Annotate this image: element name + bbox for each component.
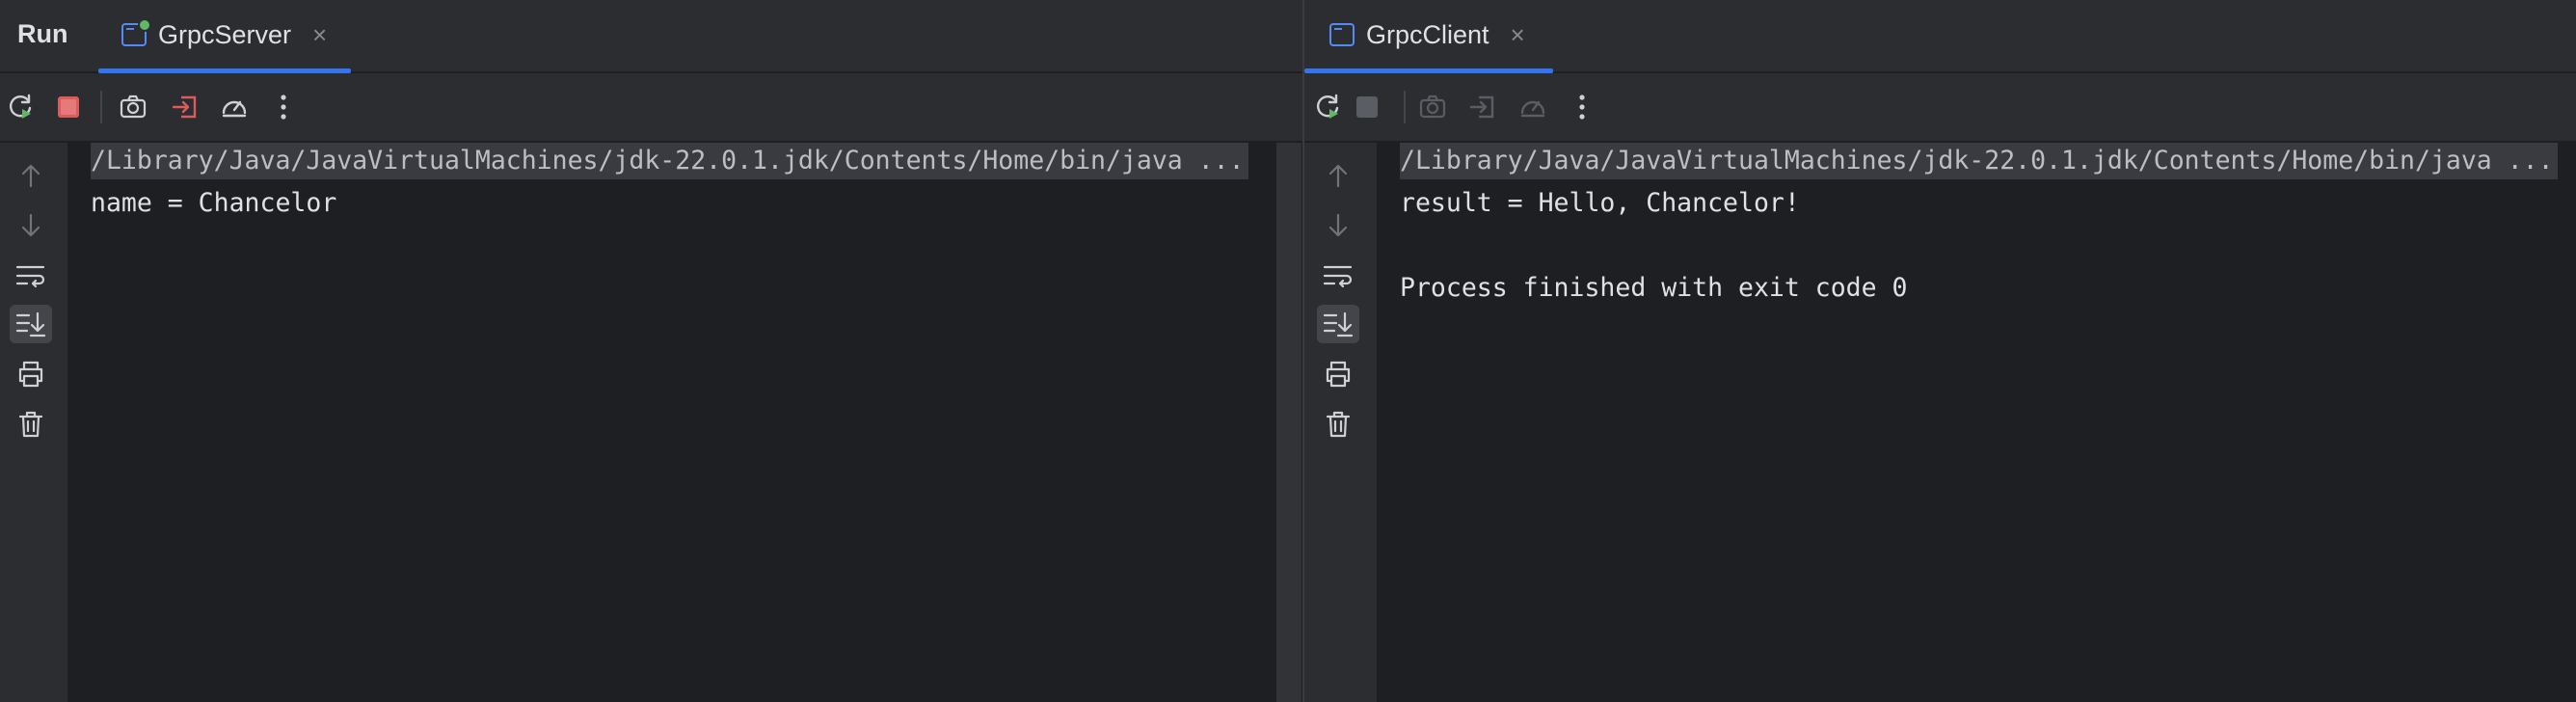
console-output-line: name = Chancelor <box>91 188 337 218</box>
exit-button[interactable] <box>1464 89 1501 125</box>
rerun-icon <box>10 94 32 119</box>
run-tab-bar: Run GrpcServer × <box>0 0 1303 73</box>
arrow-up-icon <box>21 164 40 188</box>
profiler-icon <box>1520 100 1545 118</box>
exit-icon <box>1469 95 1494 119</box>
more-options-button[interactable] <box>1564 89 1600 125</box>
next-occurrence-button[interactable] <box>1317 206 1359 245</box>
scroll-to-end-button[interactable] <box>1317 305 1359 343</box>
print-icon <box>1326 361 1351 388</box>
exit-button[interactable] <box>167 89 203 125</box>
tab-label: GrpcClient <box>1366 19 1489 49</box>
profiler-button[interactable] <box>1515 89 1551 125</box>
soft-wrap-icon <box>15 265 45 288</box>
next-occurrence-button[interactable] <box>10 206 52 245</box>
rerun-icon <box>1317 94 1339 119</box>
print-button[interactable] <box>10 355 52 393</box>
print-icon <box>18 361 43 388</box>
camera-icon <box>120 94 147 119</box>
clear-console-button[interactable] <box>1317 405 1359 444</box>
tab-label: GrpcServer <box>158 19 292 49</box>
clear-console-button[interactable] <box>10 405 52 444</box>
server-run-panel: Run GrpcServer × /Library/Java/JavaVirtu… <box>0 0 1303 702</box>
soft-wrap-icon <box>1323 265 1353 288</box>
rerun-button[interactable] <box>1309 89 1346 125</box>
client-console-output[interactable]: /Library/Java/JavaVirtualMachines/jdk-22… <box>1377 143 2576 702</box>
tab-grpcserver[interactable]: GrpcServer × <box>121 0 327 69</box>
vertical-scrollbar[interactable] <box>1276 143 1301 702</box>
close-tab-icon[interactable]: × <box>312 22 327 47</box>
console-side-toolbar <box>0 143 67 702</box>
server-console-toolbar <box>0 73 1303 143</box>
previous-occurrence-button[interactable] <box>10 156 52 195</box>
running-indicator-icon <box>138 18 151 32</box>
profiler-icon <box>222 100 247 118</box>
stop-button[interactable] <box>50 89 87 125</box>
toolbar-separator <box>100 91 102 123</box>
trash-icon <box>1326 411 1351 438</box>
run-panel-title: Run <box>17 19 68 48</box>
trash-icon <box>18 411 43 438</box>
scroll-to-end-button[interactable] <box>10 305 52 343</box>
screenshot-button[interactable] <box>1414 89 1451 125</box>
screenshot-button[interactable] <box>115 89 151 125</box>
profiler-button[interactable] <box>216 89 253 125</box>
console-side-toolbar <box>1304 143 1377 702</box>
console-command-line: /Library/Java/JavaVirtualMachines/jdk-22… <box>1400 143 2558 179</box>
server-console-output[interactable]: /Library/Java/JavaVirtualMachines/jdk-22… <box>67 143 1303 702</box>
process-exit-line: Process finished with exit code 0 <box>1400 273 1908 303</box>
app-window-icon <box>121 18 151 46</box>
console-output-line: result = Hello, Chancelor! <box>1400 188 1800 218</box>
stop-icon <box>58 96 79 118</box>
more-vertical-icon <box>281 94 286 120</box>
run-tab-bar: GrpcClient × <box>1304 0 2576 73</box>
client-run-panel: GrpcClient × /Library/Java/JavaVirtualMa… <box>1304 0 2576 702</box>
tab-grpcclient[interactable]: GrpcClient × <box>1329 0 1525 69</box>
app-window-icon <box>1329 23 1355 46</box>
stop-button[interactable] <box>1349 89 1385 125</box>
console-command-line: /Library/Java/JavaVirtualMachines/jdk-22… <box>91 143 1248 179</box>
more-vertical-icon <box>1579 94 1585 120</box>
arrow-down-icon <box>21 213 40 237</box>
soft-wrap-button[interactable] <box>1317 256 1359 295</box>
close-tab-icon[interactable]: × <box>1511 22 1525 47</box>
scroll-to-end-icon <box>1323 311 1354 338</box>
exit-icon <box>172 95 197 119</box>
scroll-to-end-icon <box>15 311 46 338</box>
previous-occurrence-button[interactable] <box>1317 156 1359 195</box>
rerun-button[interactable] <box>2 89 39 125</box>
arrow-up-icon <box>1328 164 1348 188</box>
print-button[interactable] <box>1317 355 1359 393</box>
more-options-button[interactable] <box>265 89 302 125</box>
soft-wrap-button[interactable] <box>10 256 52 295</box>
camera-icon <box>1419 94 1446 119</box>
arrow-down-icon <box>1328 213 1348 237</box>
client-console-toolbar <box>1304 73 2576 143</box>
stop-icon <box>1356 96 1378 118</box>
toolbar-separator <box>1404 91 1406 123</box>
